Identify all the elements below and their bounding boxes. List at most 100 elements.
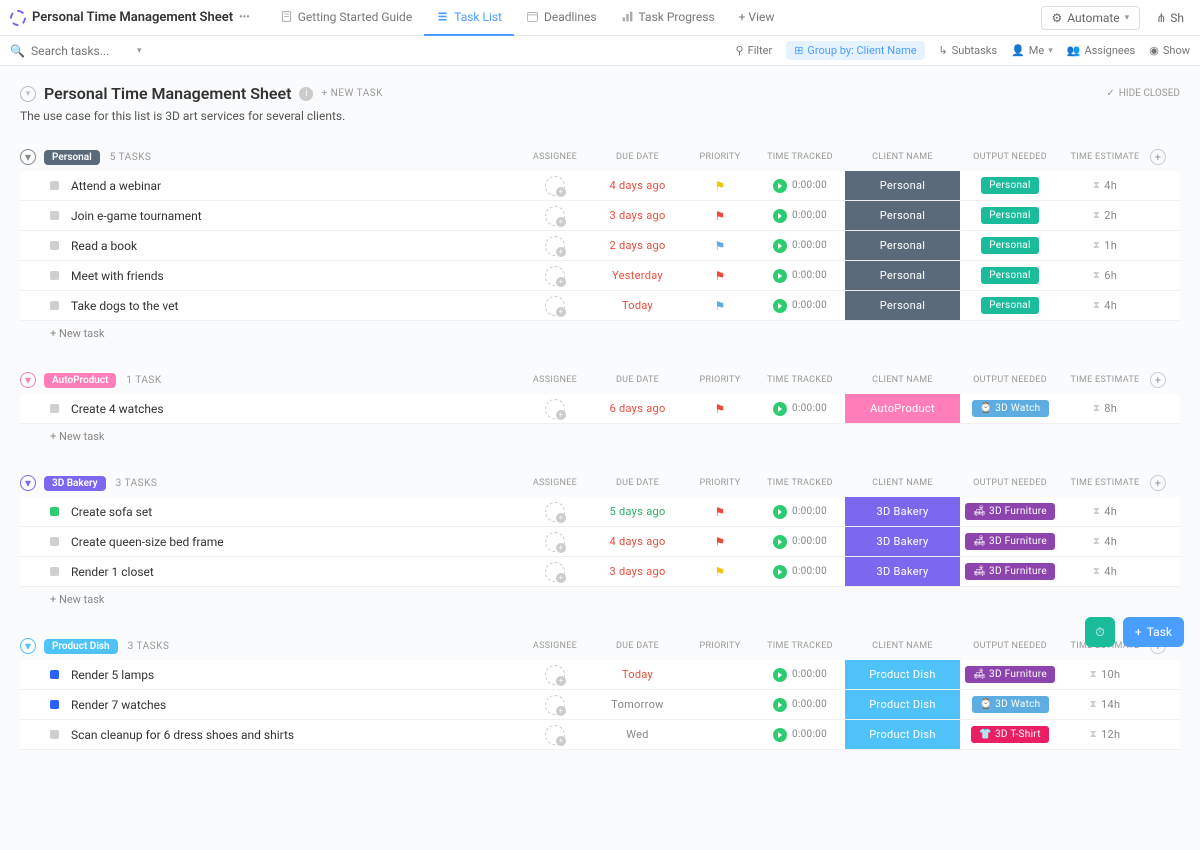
- status-square[interactable]: [50, 241, 59, 250]
- subtasks-button[interactable]: ↳Subtasks: [939, 44, 998, 57]
- task-name[interactable]: Scan cleanup for 6 dress shoes and shirt…: [71, 728, 520, 742]
- search-box[interactable]: 🔍 ▾: [10, 44, 170, 58]
- col-header-due[interactable]: DUE DATE: [590, 152, 685, 162]
- task-name[interactable]: Render 7 watches: [71, 698, 520, 712]
- client-cell[interactable]: Product Dish: [845, 720, 960, 749]
- assignee-avatar[interactable]: +: [545, 176, 565, 196]
- assignee-avatar[interactable]: +: [545, 695, 565, 715]
- estimate-cell[interactable]: ⧗6h: [1060, 261, 1150, 290]
- col-header-priority[interactable]: PRIORITY: [685, 478, 755, 488]
- estimate-cell[interactable]: ⧗12h: [1060, 720, 1150, 749]
- col-header-assignee[interactable]: ASSIGNEE: [520, 375, 590, 385]
- time-tracked-cell[interactable]: 0:00:00: [755, 497, 845, 526]
- assignee-avatar[interactable]: +: [545, 296, 565, 316]
- priority-cell[interactable]: ⚑: [685, 527, 755, 556]
- assignee-avatar[interactable]: +: [545, 206, 565, 226]
- priority-cell[interactable]: ⚑: [685, 171, 755, 200]
- client-cell[interactable]: 3D Bakery: [845, 527, 960, 556]
- due-date-cell[interactable]: 3 days ago: [590, 557, 685, 586]
- status-square[interactable]: [50, 211, 59, 220]
- status-square[interactable]: [50, 700, 59, 709]
- tab-deadlines[interactable]: Deadlines: [514, 0, 609, 36]
- estimate-cell[interactable]: ⧗2h: [1060, 201, 1150, 230]
- flag-icon[interactable]: ⚑: [714, 402, 725, 416]
- status-square[interactable]: [50, 181, 59, 190]
- time-tracked-cell[interactable]: 0:00:00: [755, 690, 845, 719]
- play-icon[interactable]: [773, 179, 787, 193]
- task-name[interactable]: Meet with friends: [71, 269, 520, 283]
- play-icon[interactable]: [773, 269, 787, 283]
- play-icon[interactable]: [773, 535, 787, 549]
- task-row[interactable]: Read a book + 2 days ago ⚑ 0:00:00 Perso…: [20, 231, 1180, 261]
- flag-icon[interactable]: ⚑: [714, 565, 725, 579]
- output-cell[interactable]: ⌚3D Watch: [960, 690, 1060, 719]
- group-toggle[interactable]: ▾: [20, 638, 36, 654]
- task-name[interactable]: Take dogs to the vet: [71, 299, 520, 313]
- due-date-cell[interactable]: Wed: [590, 720, 685, 749]
- share-button[interactable]: ⋔ Sh: [1150, 7, 1190, 29]
- group-toggle[interactable]: ▾: [20, 149, 36, 165]
- priority-cell[interactable]: [685, 690, 755, 719]
- time-tracked-cell[interactable]: 0:00:00: [755, 171, 845, 200]
- priority-cell[interactable]: [685, 720, 755, 749]
- hide-closed-button[interactable]: ✓ HIDE CLOSED: [1106, 88, 1180, 99]
- due-date-cell[interactable]: Today: [590, 660, 685, 689]
- task-row[interactable]: Meet with friends + Yesterday ⚑ 0:00:00 …: [20, 261, 1180, 291]
- title-ellipsis[interactable]: •••: [239, 12, 250, 23]
- group-pill[interactable]: Product Dish: [44, 639, 118, 654]
- client-cell[interactable]: Product Dish: [845, 660, 960, 689]
- add-view[interactable]: + View: [727, 0, 787, 36]
- filter-button[interactable]: ⚲Filter: [736, 44, 773, 57]
- new-task-link[interactable]: + New task: [20, 424, 1180, 449]
- priority-cell[interactable]: ⚑: [685, 394, 755, 423]
- estimate-cell[interactable]: ⧗8h: [1060, 394, 1150, 423]
- assignee-avatar[interactable]: +: [545, 725, 565, 745]
- due-date-cell[interactable]: Yesterday: [590, 261, 685, 290]
- assignee-avatar[interactable]: +: [545, 266, 565, 286]
- col-header-assignee[interactable]: ASSIGNEE: [520, 152, 590, 162]
- status-square[interactable]: [50, 670, 59, 679]
- output-cell[interactable]: 🛋3D Furniture: [960, 527, 1060, 556]
- estimate-cell[interactable]: ⧗4h: [1060, 497, 1150, 526]
- new-task-link[interactable]: + New task: [20, 587, 1180, 612]
- task-name[interactable]: Render 1 closet: [71, 565, 520, 579]
- play-icon[interactable]: [773, 299, 787, 313]
- col-header-priority[interactable]: PRIORITY: [685, 152, 755, 162]
- col-header-output[interactable]: OUTPUT NEEDED: [960, 152, 1060, 162]
- new-task-header[interactable]: + NEW TASK: [321, 88, 382, 99]
- status-square[interactable]: [50, 271, 59, 280]
- status-square[interactable]: [50, 404, 59, 413]
- flag-icon[interactable]: ⚑: [714, 269, 725, 283]
- col-header-time[interactable]: TIME TRACKED: [755, 641, 845, 651]
- assignees-button[interactable]: 👥Assignees: [1067, 44, 1136, 57]
- task-row[interactable]: Render 7 watches + Tomorrow 0:00:00 Prod…: [20, 690, 1180, 720]
- flag-icon[interactable]: ⚑: [714, 239, 725, 253]
- col-header-time[interactable]: TIME TRACKED: [755, 478, 845, 488]
- assignee-avatar[interactable]: +: [545, 399, 565, 419]
- flag-icon[interactable]: ⚑: [714, 209, 725, 223]
- chevron-down-icon[interactable]: ▾: [137, 46, 142, 56]
- estimate-cell[interactable]: ⧗4h: [1060, 291, 1150, 320]
- client-cell[interactable]: Personal: [845, 291, 960, 320]
- assignee-avatar[interactable]: +: [545, 532, 565, 552]
- client-cell[interactable]: Personal: [845, 231, 960, 260]
- due-date-cell[interactable]: 4 days ago: [590, 171, 685, 200]
- task-row[interactable]: Render 1 closet + 3 days ago ⚑ 0:00:00 3…: [20, 557, 1180, 587]
- col-header-priority[interactable]: PRIORITY: [685, 641, 755, 651]
- play-icon[interactable]: [773, 209, 787, 223]
- col-header-estimate[interactable]: TIME ESTIMATE: [1060, 375, 1150, 385]
- task-row[interactable]: Join e-game tournament + 3 days ago ⚑ 0:…: [20, 201, 1180, 231]
- task-row[interactable]: Create sofa set + 5 days ago ⚑ 0:00:00 3…: [20, 497, 1180, 527]
- output-cell[interactable]: Personal: [960, 171, 1060, 200]
- client-cell[interactable]: 3D Bakery: [845, 557, 960, 586]
- priority-cell[interactable]: ⚑: [685, 201, 755, 230]
- assignee-cell[interactable]: +: [520, 231, 590, 260]
- play-icon[interactable]: [773, 239, 787, 253]
- priority-cell[interactable]: ⚑: [685, 231, 755, 260]
- task-name[interactable]: Create sofa set: [71, 505, 520, 519]
- output-cell[interactable]: Personal: [960, 291, 1060, 320]
- play-icon[interactable]: [773, 668, 787, 682]
- group-by-button[interactable]: ⊞Group by: Client Name: [786, 41, 924, 60]
- output-cell[interactable]: Personal: [960, 261, 1060, 290]
- task-row[interactable]: Take dogs to the vet + Today ⚑ 0:00:00 P…: [20, 291, 1180, 321]
